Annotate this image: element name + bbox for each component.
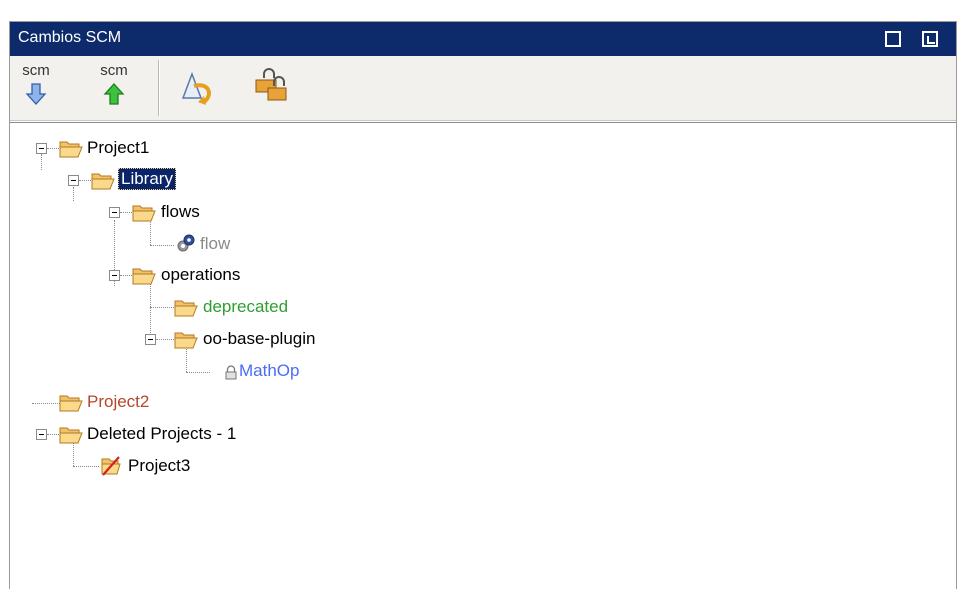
tree-node-label: Library [118, 168, 176, 190]
scm-commit-label: scm [100, 62, 128, 79]
folder-open-icon [132, 205, 156, 222]
collapse-toggle[interactable] [109, 207, 120, 218]
gear-icon [177, 234, 195, 252]
restore-icon[interactable] [922, 31, 938, 47]
collapse-toggle[interactable] [109, 270, 120, 281]
toolbar: scm scm [10, 56, 956, 121]
folder-open-icon [174, 300, 198, 317]
scm-update-button[interactable]: scm [16, 62, 56, 110]
tree-connector [150, 245, 174, 246]
panel-titlebar[interactable]: Cambios SCM [10, 22, 956, 56]
tree-connector [79, 180, 91, 181]
toolbar-separator [158, 60, 160, 116]
tree-node-label: Deleted Projects - 1 [87, 424, 237, 443]
tree-node-label: deprecated [203, 297, 289, 316]
lock-open-icon [255, 68, 287, 101]
tree-node-label: Project3 [128, 456, 191, 475]
collapse-toggle[interactable] [68, 175, 79, 186]
revert-button[interactable] [176, 62, 222, 110]
panel-title: Cambios SCM [18, 29, 122, 46]
tree-connector [156, 339, 174, 340]
maximize-icon[interactable] [885, 31, 901, 47]
tree-connector [120, 212, 132, 213]
tree-connector [73, 443, 74, 466]
folder-open-icon [59, 427, 83, 444]
tree-connector [150, 307, 174, 308]
collapse-toggle[interactable] [36, 143, 47, 154]
tree-connector [47, 434, 59, 435]
collapse-toggle[interactable] [36, 429, 47, 440]
tree-connector [120, 275, 132, 276]
scm-commit-button[interactable]: scm [94, 62, 134, 110]
tree-node-label: flow [200, 234, 231, 253]
scm-changes-panel: Cambios SCM scm scm Project1 Library flo… [9, 21, 957, 589]
folder-open-icon [174, 332, 198, 349]
arrow-up-icon [103, 83, 125, 105]
deleted-folder-icon [101, 456, 121, 476]
tree-node-label: flows [161, 202, 200, 221]
collapse-toggle[interactable] [145, 334, 156, 345]
tree-connector [186, 372, 210, 373]
scm-tree[interactable]: Project1 Library flows flow operations d… [10, 122, 956, 589]
tree-node-label: Project2 [87, 392, 150, 411]
tree-node-label: MathOp [239, 361, 300, 380]
arrow-down-icon [25, 83, 47, 105]
folder-open-icon [132, 268, 156, 285]
tree-connector [73, 466, 99, 467]
tree-connector [186, 347, 187, 372]
tree-node-label: oo-base-plugin [203, 329, 316, 348]
tree-node-label: Project1 [87, 138, 150, 157]
scm-update-label: scm [22, 62, 50, 79]
folder-open-icon [59, 395, 83, 412]
tree-connector [73, 187, 74, 201]
tree-connector [47, 148, 59, 149]
folder-open-icon [59, 141, 83, 158]
tree-connector [41, 154, 42, 170]
folder-open-icon [91, 173, 115, 190]
revert-icon [181, 72, 211, 105]
unlock-button[interactable] [246, 62, 292, 110]
lock-icon [225, 365, 237, 380]
tree-connector [150, 283, 151, 339]
tree-node-label: operations [161, 265, 241, 284]
